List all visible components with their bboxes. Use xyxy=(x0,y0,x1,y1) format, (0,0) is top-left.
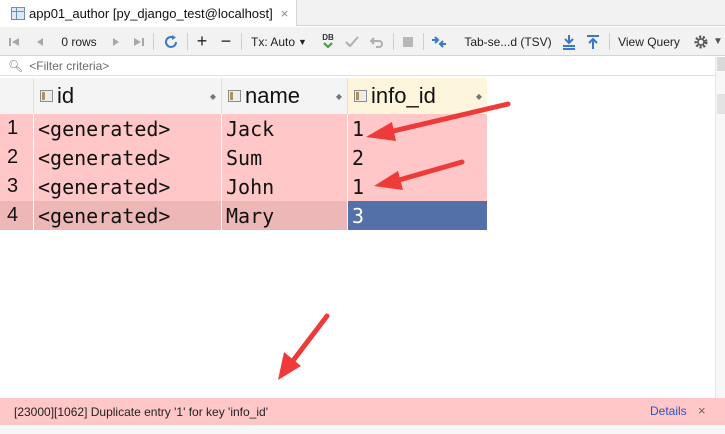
column-icon xyxy=(354,90,367,102)
table-icon xyxy=(11,6,25,20)
selected-cell[interactable]: 3 xyxy=(347,201,487,230)
close-icon[interactable]: × xyxy=(698,403,706,418)
stop-icon[interactable] xyxy=(399,27,417,56)
details-link[interactable]: Details xyxy=(650,404,687,418)
sort-icon[interactable]: ◆ xyxy=(336,92,342,101)
sort-icon[interactable]: ◆ xyxy=(210,92,216,101)
vertical-scrollbar[interactable] xyxy=(715,57,725,398)
table-cell[interactable]: Jack xyxy=(221,114,347,143)
compare-icon[interactable] xyxy=(429,27,449,56)
refresh-icon[interactable] xyxy=(161,27,181,56)
tab-bar: app01_author [py_django_test@localhost] … xyxy=(0,0,725,26)
column-header-name[interactable]: name ◆ xyxy=(221,78,347,114)
chevron-down-icon[interactable]: ▼ xyxy=(712,27,724,56)
arrow-status xyxy=(278,313,330,380)
last-page-icon[interactable] xyxy=(131,27,147,56)
view-query-button[interactable]: View Query xyxy=(615,27,683,56)
column-header-label: info_id xyxy=(371,83,436,108)
error-status-bar: [23000][1062] Duplicate entry '1' for ke… xyxy=(0,398,725,425)
tab-app01-author[interactable]: app01_author [py_django_test@localhost] … xyxy=(0,0,297,26)
table-cell[interactable]: 1 xyxy=(347,114,487,143)
column-header-id[interactable]: id ◆ xyxy=(33,78,221,114)
chevron-down-icon: ▼ xyxy=(298,36,307,47)
row-number[interactable]: 2 xyxy=(0,143,33,172)
column-header-label: name xyxy=(245,83,301,108)
db-commit-icon[interactable]: DB xyxy=(318,27,338,56)
table-cell[interactable]: <generated> xyxy=(33,172,221,201)
close-tab-icon[interactable]: × xyxy=(281,6,289,21)
error-message: [23000][1062] Duplicate entry '1' for ke… xyxy=(14,404,268,419)
next-page-icon[interactable] xyxy=(108,27,124,56)
key-column-icon xyxy=(40,90,53,102)
row-count-label[interactable]: 0 rows xyxy=(56,27,102,56)
rollback-icon[interactable] xyxy=(368,27,386,56)
table-cell[interactable]: Sum xyxy=(221,143,347,172)
table-cell[interactable]: John xyxy=(221,172,347,201)
sort-icon[interactable]: ◆ xyxy=(476,92,482,101)
tab-title: app01_author [py_django_test@localhost] xyxy=(29,5,273,21)
toolbar: 0 rows + − Tx: Auto ▼ DB Tab-se...d (TSV… xyxy=(0,27,725,56)
add-row-icon[interactable]: + xyxy=(193,27,211,56)
row-number[interactable]: 4 xyxy=(0,201,33,230)
row-number-header xyxy=(0,78,33,114)
column-icon xyxy=(228,90,241,102)
row-number[interactable]: 3 xyxy=(0,172,33,201)
download-icon[interactable] xyxy=(560,27,578,56)
row-number[interactable]: 1 xyxy=(0,114,33,143)
table-cell[interactable]: <generated> xyxy=(33,143,221,172)
previous-page-icon[interactable] xyxy=(32,27,48,56)
transaction-mode-dropdown[interactable]: Tx: Auto ▼ xyxy=(248,27,310,56)
delete-row-icon[interactable]: − xyxy=(217,27,235,56)
search-icon[interactable]: 🔍︎ xyxy=(8,59,23,73)
table-cell[interactable]: 2 xyxy=(347,143,487,172)
upload-icon[interactable] xyxy=(584,27,602,56)
export-format-dropdown[interactable]: Tab-se...d (TSV) xyxy=(463,27,553,56)
transaction-mode-label: Tx: Auto xyxy=(251,34,296,49)
column-header-label: id xyxy=(57,83,75,108)
table-cell[interactable]: <generated> xyxy=(33,114,221,143)
commit-check-icon[interactable] xyxy=(343,27,361,56)
table-cell[interactable]: <generated> xyxy=(33,201,221,230)
column-header-info-id[interactable]: info_id ◆ xyxy=(347,78,487,114)
filter-bar: 🔍︎ <Filter criteria> xyxy=(0,57,715,76)
table-cell[interactable]: 1 xyxy=(347,172,487,201)
db-label: DB xyxy=(322,33,334,42)
gear-icon[interactable] xyxy=(692,27,710,56)
first-page-icon[interactable] xyxy=(6,27,22,56)
table-cell[interactable]: Mary xyxy=(221,201,347,230)
filter-input[interactable]: <Filter criteria> xyxy=(29,59,109,73)
